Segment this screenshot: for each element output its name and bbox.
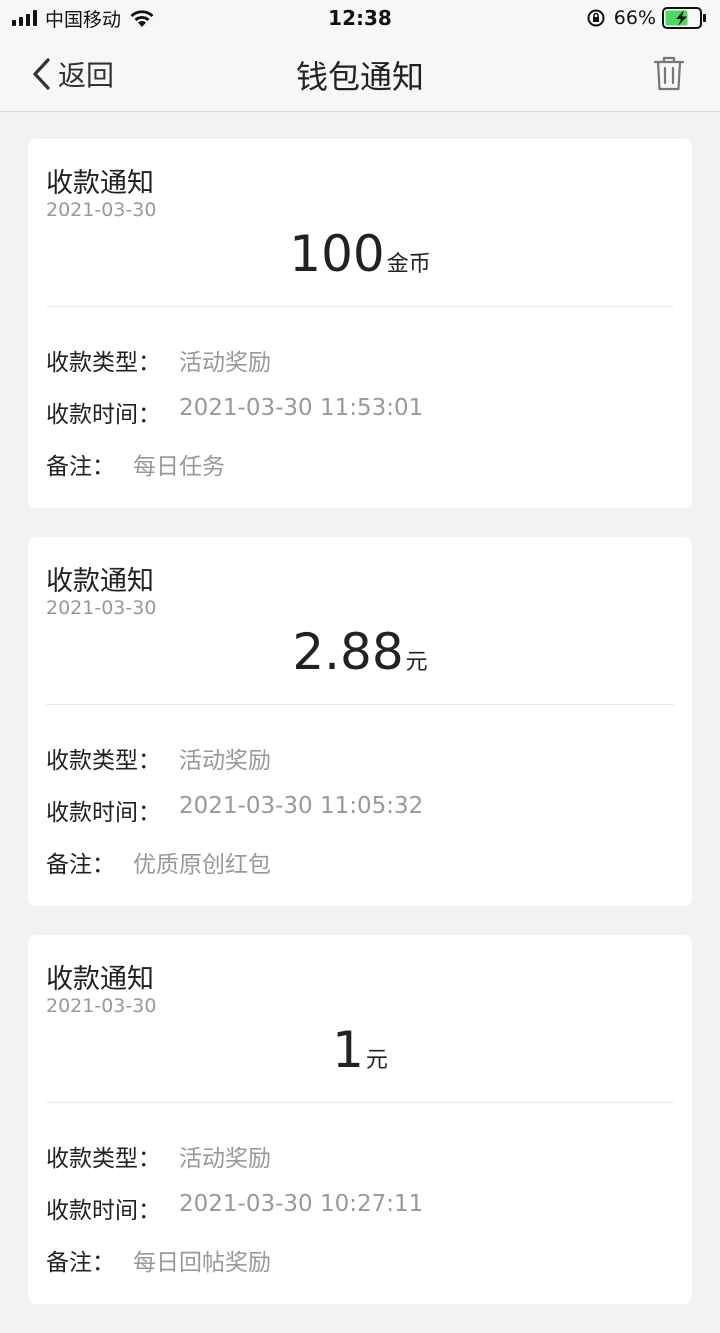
- amount-value: 1: [332, 1021, 364, 1079]
- payment-type-label: 收款类型：: [46, 1146, 161, 1172]
- battery-charging-icon: [662, 7, 706, 29]
- page-title: 钱包通知: [295, 58, 424, 96]
- note-value: 优质原创红包: [133, 852, 271, 878]
- amount-unit: 元: [365, 1048, 388, 1073]
- payment-time-label: 收款时间：: [46, 402, 161, 428]
- battery-percent: 66%: [613, 7, 656, 29]
- divider: [46, 704, 674, 705]
- note-value: 每日回帖奖励: [133, 1250, 271, 1276]
- amount-value: 2.88: [292, 623, 404, 681]
- payment-type-row: 收款类型： 活动奖励: [46, 741, 271, 775]
- payment-time-row: 收款时间： 2021-03-30 11:05:32: [46, 793, 423, 827]
- card-title: 收款通知: [46, 566, 154, 597]
- note-row: 备注： 每日回帖奖励: [46, 1243, 271, 1277]
- note-label: 备注：: [46, 454, 115, 480]
- amount-unit: 元: [405, 650, 428, 675]
- payment-time-value: 2021-03-30 10:27:11: [179, 1191, 424, 1217]
- payment-time-row: 收款时间： 2021-03-30 10:27:11: [46, 1191, 423, 1225]
- status-bar: 中国移动 12:38 66%: [0, 0, 720, 36]
- card-date: 2021-03-30: [46, 199, 157, 221]
- card-date: 2021-03-30: [46, 995, 157, 1017]
- payment-time-value: 2021-03-30 11:53:01: [179, 395, 424, 421]
- notification-card[interactable]: 收款通知 2021-03-30 1元 收款类型： 活动奖励 收款时间： 2021…: [28, 935, 692, 1304]
- card-date: 2021-03-30: [46, 597, 157, 619]
- notification-card[interactable]: 收款通知 2021-03-30 100金币 收款类型： 活动奖励 收款时间： 2…: [28, 139, 692, 508]
- payment-type-value: 活动奖励: [179, 748, 271, 774]
- note-value: 每日任务: [133, 454, 225, 480]
- notification-card[interactable]: 收款通知 2021-03-30 2.88元 收款类型： 活动奖励 收款时间： 2…: [28, 537, 692, 906]
- payment-type-label: 收款类型：: [46, 748, 161, 774]
- note-label: 备注：: [46, 1250, 115, 1276]
- amount: 1元: [28, 1021, 692, 1083]
- payment-time-row: 收款时间： 2021-03-30 11:53:01: [46, 395, 423, 429]
- amount-unit: 金币: [386, 252, 431, 277]
- note-row: 备注： 优质原创红包: [46, 845, 271, 879]
- note-row: 备注： 每日任务: [46, 447, 225, 481]
- notification-list: 收款通知 2021-03-30 100金币 收款类型： 活动奖励 收款时间： 2…: [28, 139, 692, 1333]
- payment-type-row: 收款类型： 活动奖励: [46, 343, 271, 377]
- payment-type-label: 收款类型：: [46, 350, 161, 376]
- card-title: 收款通知: [46, 964, 154, 995]
- trash-icon[interactable]: [652, 54, 686, 92]
- amount: 100金币: [28, 225, 692, 287]
- payment-time-label: 收款时间：: [46, 1198, 161, 1224]
- note-label: 备注：: [46, 852, 115, 878]
- payment-time-value: 2021-03-30 11:05:32: [179, 793, 424, 819]
- nav-bar: 返回 钱包通知: [0, 36, 720, 112]
- amount: 2.88元: [28, 623, 692, 685]
- payment-type-row: 收款类型： 活动奖励: [46, 1139, 271, 1173]
- payment-time-label: 收款时间：: [46, 800, 161, 826]
- divider: [46, 1102, 674, 1103]
- status-right: 66%: [586, 6, 708, 30]
- payment-type-value: 活动奖励: [179, 1146, 271, 1172]
- payment-type-value: 活动奖励: [179, 350, 271, 376]
- rotation-lock-icon: [587, 9, 605, 27]
- amount-value: 100: [289, 225, 385, 283]
- card-title: 收款通知: [46, 168, 154, 199]
- divider: [46, 306, 674, 307]
